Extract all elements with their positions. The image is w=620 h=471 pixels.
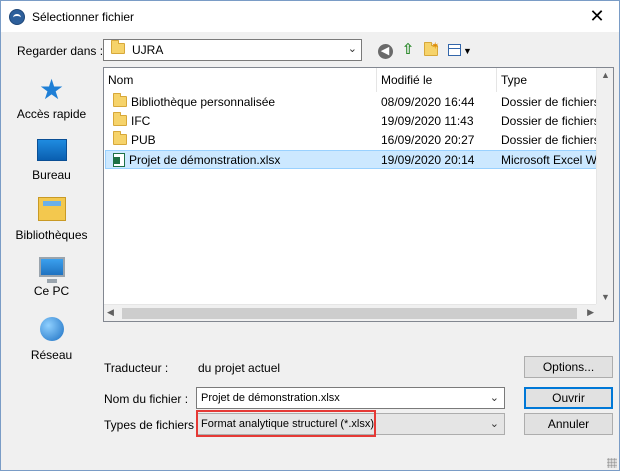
list-item[interactable]: IFC 19/09/2020 11:43 Dossier de fichiers <box>105 112 602 131</box>
chevron-down-icon: ⌄ <box>489 418 499 430</box>
file-date: 08/09/2020 16:44 <box>381 95 475 109</box>
place-this-pc[interactable]: Ce PC <box>9 257 94 298</box>
file-dialog: Sélectionner fichier ✕ Regarder dans : U… <box>0 0 620 471</box>
list-item[interactable]: Bibliothèque personnalisée 08/09/2020 16… <box>105 93 602 112</box>
computer-icon <box>38 257 65 283</box>
place-network[interactable]: Réseau <box>9 317 94 362</box>
scroll-left-icon[interactable]: ◀ <box>107 307 114 318</box>
title-bar: Sélectionner fichier ✕ <box>1 1 619 32</box>
chevron-down-icon[interactable]: ⌄ <box>490 388 499 408</box>
file-name: Projet de démonstration.xlsx <box>129 153 281 167</box>
scroll-right-icon[interactable]: ▶ <box>587 307 594 318</box>
place-libraries[interactable]: Bibliothèques <box>9 197 94 242</box>
view-menu-icon[interactable]: ▼ <box>447 41 473 59</box>
filetypes-label: Types de fichiers : <box>104 418 201 432</box>
chevron-down-icon: ⌄ <box>347 43 357 55</box>
up-folder-icon[interactable]: ⇧ <box>399 41 417 59</box>
vertical-scrollbar[interactable]: ▲ ▼ <box>596 68 613 304</box>
look-in-label: Regarder dans : <box>17 44 104 58</box>
resize-grip[interactable] <box>607 458 617 468</box>
network-icon <box>39 317 64 341</box>
options-button[interactable]: Options... <box>524 356 613 378</box>
horizontal-scrollbar[interactable]: ◀ ▶ <box>104 304 597 321</box>
desktop-icon <box>36 139 67 161</box>
file-name: IFC <box>131 114 151 128</box>
file-type: Dossier de fichiers <box>501 114 600 128</box>
look-in-value: UJRA <box>132 43 164 57</box>
libraries-icon <box>37 197 66 221</box>
file-name: PUB <box>131 133 156 147</box>
filetypes-dropdown[interactable]: Format analytique structurel (*.xlsx) ⌄ <box>196 413 505 435</box>
new-folder-icon[interactable]: ✶ <box>422 41 440 59</box>
excel-file-icon <box>113 153 125 167</box>
column-header-name[interactable]: Nom <box>104 68 376 92</box>
app-logo-icon <box>9 9 25 25</box>
file-type: Dossier de fichiers <box>501 133 600 147</box>
folder-icon <box>113 93 127 107</box>
place-label: Accès rapide <box>16 107 87 121</box>
back-icon[interactable]: ◀ <box>376 41 394 59</box>
dialog-title: Sélectionner fichier <box>32 10 135 24</box>
cancel-button[interactable]: Annuler <box>524 413 613 435</box>
filename-field[interactable]: Projet de démonstration.xlsx ⌄ <box>196 387 505 409</box>
scrollbar-corner <box>596 304 613 321</box>
place-quick-access[interactable]: ★ Accès rapide <box>9 74 94 122</box>
translator-value: du projet actuel <box>198 361 281 375</box>
scroll-down-icon[interactable]: ▼ <box>597 292 613 302</box>
place-label: Bibliothèques <box>15 228 88 242</box>
list-item[interactable]: PUB 16/09/2020 20:27 Dossier de fichiers <box>105 131 602 150</box>
filename-label: Nom du fichier : <box>104 392 189 406</box>
open-button[interactable]: Ouvrir <box>524 387 613 409</box>
file-date: 19/09/2020 11:43 <box>381 114 474 128</box>
file-list[interactable]: ^ Nom Modifié le Type Bibliothèque perso… <box>103 67 614 322</box>
place-label: Bureau <box>32 168 71 182</box>
file-type: Microsoft Excel W... <box>501 153 603 167</box>
list-item-selected[interactable]: Projet de démonstration.xlsx 19/09/2020 … <box>105 150 603 169</box>
folder-icon <box>113 131 127 145</box>
look-in-dropdown[interactable]: UJRA ⌄ <box>103 39 362 61</box>
places-bar: ★ Accès rapide Bureau Bibliothèques Ce P… <box>9 67 94 374</box>
filename-value: Projet de démonstration.xlsx <box>201 392 340 404</box>
scrollbar-thumb[interactable] <box>122 308 577 319</box>
file-type: Dossier de fichiers <box>501 95 600 109</box>
close-button[interactable]: ✕ <box>575 1 619 31</box>
place-desktop[interactable]: Bureau <box>9 139 94 182</box>
folder-icon <box>111 40 125 57</box>
folder-icon <box>113 112 127 126</box>
file-name: Bibliothèque personnalisée <box>131 95 276 109</box>
file-date: 19/09/2020 20:14 <box>381 153 475 167</box>
file-date: 16/09/2020 20:27 <box>381 133 475 147</box>
column-header-date[interactable]: Modifié le <box>376 68 496 92</box>
star-icon: ★ <box>38 74 65 105</box>
place-label: Ce PC <box>33 284 70 298</box>
filetypes-value: Format analytique structurel (*.xlsx) <box>201 418 374 430</box>
translator-label: Traducteur : <box>104 361 169 375</box>
scroll-up-icon[interactable]: ▲ <box>597 70 613 80</box>
place-label: Réseau <box>30 348 73 362</box>
